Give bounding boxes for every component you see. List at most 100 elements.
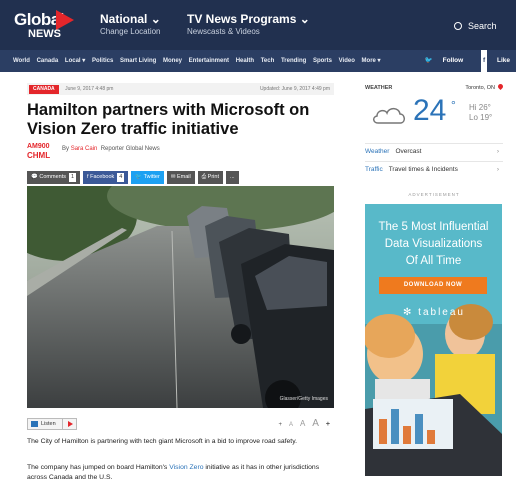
- play-button[interactable]: [62, 419, 76, 429]
- more-share-button[interactable]: ...: [225, 171, 239, 184]
- tableau-advertisement[interactable]: The 5 Most Influential Data Visualizatio…: [365, 204, 502, 476]
- nav-item-tech[interactable]: Tech: [261, 58, 275, 64]
- listen-button[interactable]: Listen: [27, 418, 77, 430]
- advertisement-label: ADVERTISEMENT: [408, 192, 460, 197]
- traffic-key: Traffic: [365, 166, 383, 173]
- nav-item-politics[interactable]: Politics: [92, 58, 113, 64]
- nav-item-local[interactable]: Local ▾: [65, 58, 85, 64]
- nav-item-more[interactable]: More ▾: [362, 58, 381, 64]
- facebook-share-count: 4: [117, 173, 125, 182]
- tv-news-subtitle: Newscasts & Videos: [187, 27, 260, 36]
- location-pin-icon: [496, 82, 505, 91]
- weather-location[interactable]: Toronto, ON: [465, 82, 505, 93]
- twitter-share-button[interactable]: 🐦 Twitter: [131, 171, 164, 184]
- article-tools: Listen + A A A +: [27, 418, 334, 430]
- category-badge[interactable]: CANADA: [29, 84, 59, 94]
- font-increase-button[interactable]: +: [326, 421, 330, 428]
- tv-news-title: TV News Programs: [187, 12, 297, 26]
- national-subtitle: Change Location: [100, 27, 161, 36]
- follow-label: Follow: [442, 57, 464, 64]
- facebook-like-button[interactable]: f Like: [473, 50, 510, 72]
- font-size-large[interactable]: A: [312, 418, 319, 429]
- image-credit: Glasser/Getty Images: [279, 396, 328, 402]
- speaker-icon: [31, 421, 38, 427]
- nav-item-trending[interactable]: Trending: [281, 58, 306, 64]
- share-bar: 💬 Comments 1 f Facebook 4 🐦 Twitter ✉ Email ⎙ …: [27, 171, 242, 184]
- font-size-medium[interactable]: A: [300, 419, 305, 428]
- author-link[interactable]: Sara Cain: [71, 146, 98, 152]
- article-headline: Hamilton partners with Microsoft on Visi…: [27, 101, 310, 138]
- source-logo-bottom: CHML: [27, 151, 51, 160]
- updated-date: Updated: June 9, 2017 4:49 pm: [259, 86, 330, 92]
- cloud-icon: [373, 107, 405, 124]
- article-paragraph-2: The company has jumped on board Hamilton…: [27, 463, 337, 482]
- paragraph-2-text-a: The company has jumped on board Hamilton…: [27, 464, 170, 471]
- download-now-button[interactable]: DOWNLOAD NOW: [379, 277, 487, 294]
- article-paragraph-1: The City of Hamilton is partnering with …: [27, 438, 297, 445]
- comment-icon: 💬: [31, 174, 38, 180]
- hero-image-parked-cars: Glasser/Getty Images: [27, 186, 334, 408]
- search-label: Search: [468, 21, 497, 31]
- nav-item-health[interactable]: Health: [236, 58, 254, 64]
- traffic-row[interactable]: Traffic Travel times & Incidents ›: [365, 161, 503, 177]
- facebook-share-button[interactable]: f Facebook 4: [83, 171, 129, 184]
- weather-condition-row[interactable]: Weather Overcast ›: [365, 143, 503, 159]
- email-share-button[interactable]: ✉ Email: [166, 171, 195, 184]
- search-button[interactable]: Search: [454, 17, 497, 35]
- vision-zero-link[interactable]: Vision Zero: [169, 464, 203, 471]
- font-decrease-button[interactable]: +: [279, 422, 283, 428]
- font-size-controls: + A A A +: [274, 418, 330, 429]
- nav-item-smart-living[interactable]: Smart Living: [120, 58, 156, 64]
- top-header: Global NEWS National ⌄ Change Location T…: [0, 0, 516, 50]
- comments-label: Comments: [39, 174, 66, 180]
- published-date: June 9, 2017 4:48 pm: [65, 86, 114, 92]
- font-size-small[interactable]: A: [289, 422, 293, 428]
- print-button[interactable]: ⎙ Print: [197, 171, 223, 184]
- play-icon: [68, 421, 73, 427]
- tableau-plus-icon: ✻: [403, 307, 414, 318]
- listen-label: Listen: [41, 421, 56, 427]
- chevron-right-icon: ›: [496, 166, 499, 173]
- twitter-follow-button[interactable]: 🐦 Follow: [417, 57, 464, 64]
- degree-symbol: °: [451, 98, 456, 112]
- facebook-icon: f: [87, 174, 89, 180]
- tableau-logo: ✻ tableau: [403, 307, 465, 318]
- ad-headline-line-3: Of All Time: [405, 255, 462, 267]
- print-label: Print: [207, 174, 219, 180]
- national-title: National: [100, 12, 148, 26]
- tableau-brand-text: tableau: [418, 307, 465, 318]
- email-icon: ✉: [170, 174, 176, 180]
- nav-item-world[interactable]: World: [13, 58, 30, 64]
- ad-headline-line-1: The 5 Most Influential: [378, 221, 489, 233]
- high-temp: Hi 26°: [469, 103, 491, 112]
- nav-item-canada[interactable]: Canada: [37, 58, 59, 64]
- print-icon: ⎙: [201, 174, 207, 180]
- author-role: Reporter Global News: [100, 146, 160, 152]
- comments-count: 1: [68, 173, 77, 182]
- nav-item-sports[interactable]: Sports: [313, 58, 332, 64]
- twitter-icon: 🐦: [424, 57, 433, 64]
- facebook-icon: f: [481, 50, 488, 72]
- logo-flag-icon: [56, 10, 74, 30]
- facebook-share-label: Facebook: [90, 174, 115, 180]
- chevron-right-icon: ›: [496, 148, 499, 155]
- comments-button[interactable]: 💬 Comments 1: [27, 171, 81, 184]
- global-news-logo[interactable]: Global NEWS: [14, 10, 74, 44]
- national-menu[interactable]: National ⌄ Change Location: [100, 12, 161, 37]
- by-label: By: [62, 146, 70, 152]
- logo-text-bottom: NEWS: [28, 28, 61, 40]
- current-temperature: 24: [413, 94, 447, 127]
- weather-location-text: Toronto, ON: [465, 85, 495, 91]
- nav-item-money[interactable]: Money: [163, 58, 182, 64]
- tv-news-menu[interactable]: TV News Programs ⌄ Newscasts & Videos: [187, 12, 310, 37]
- weather-value: Overcast: [395, 148, 422, 155]
- chevron-down-icon: ⌄: [150, 12, 161, 26]
- weather-widget: WEATHER Toronto, ON 24 ° Hi 26° Lo 19° W…: [365, 82, 505, 173]
- twitter-share-label: Twitter: [143, 174, 160, 180]
- low-temp: Lo 19°: [469, 113, 493, 122]
- like-label: Like: [496, 57, 510, 64]
- ad-headline-line-2: Data Visualizations: [384, 238, 483, 250]
- nav-item-video[interactable]: Video: [339, 58, 355, 64]
- hi-lo-temperature: Hi 26° Lo 19°: [469, 103, 492, 123]
- nav-item-entertainment[interactable]: Entertainment: [189, 58, 229, 64]
